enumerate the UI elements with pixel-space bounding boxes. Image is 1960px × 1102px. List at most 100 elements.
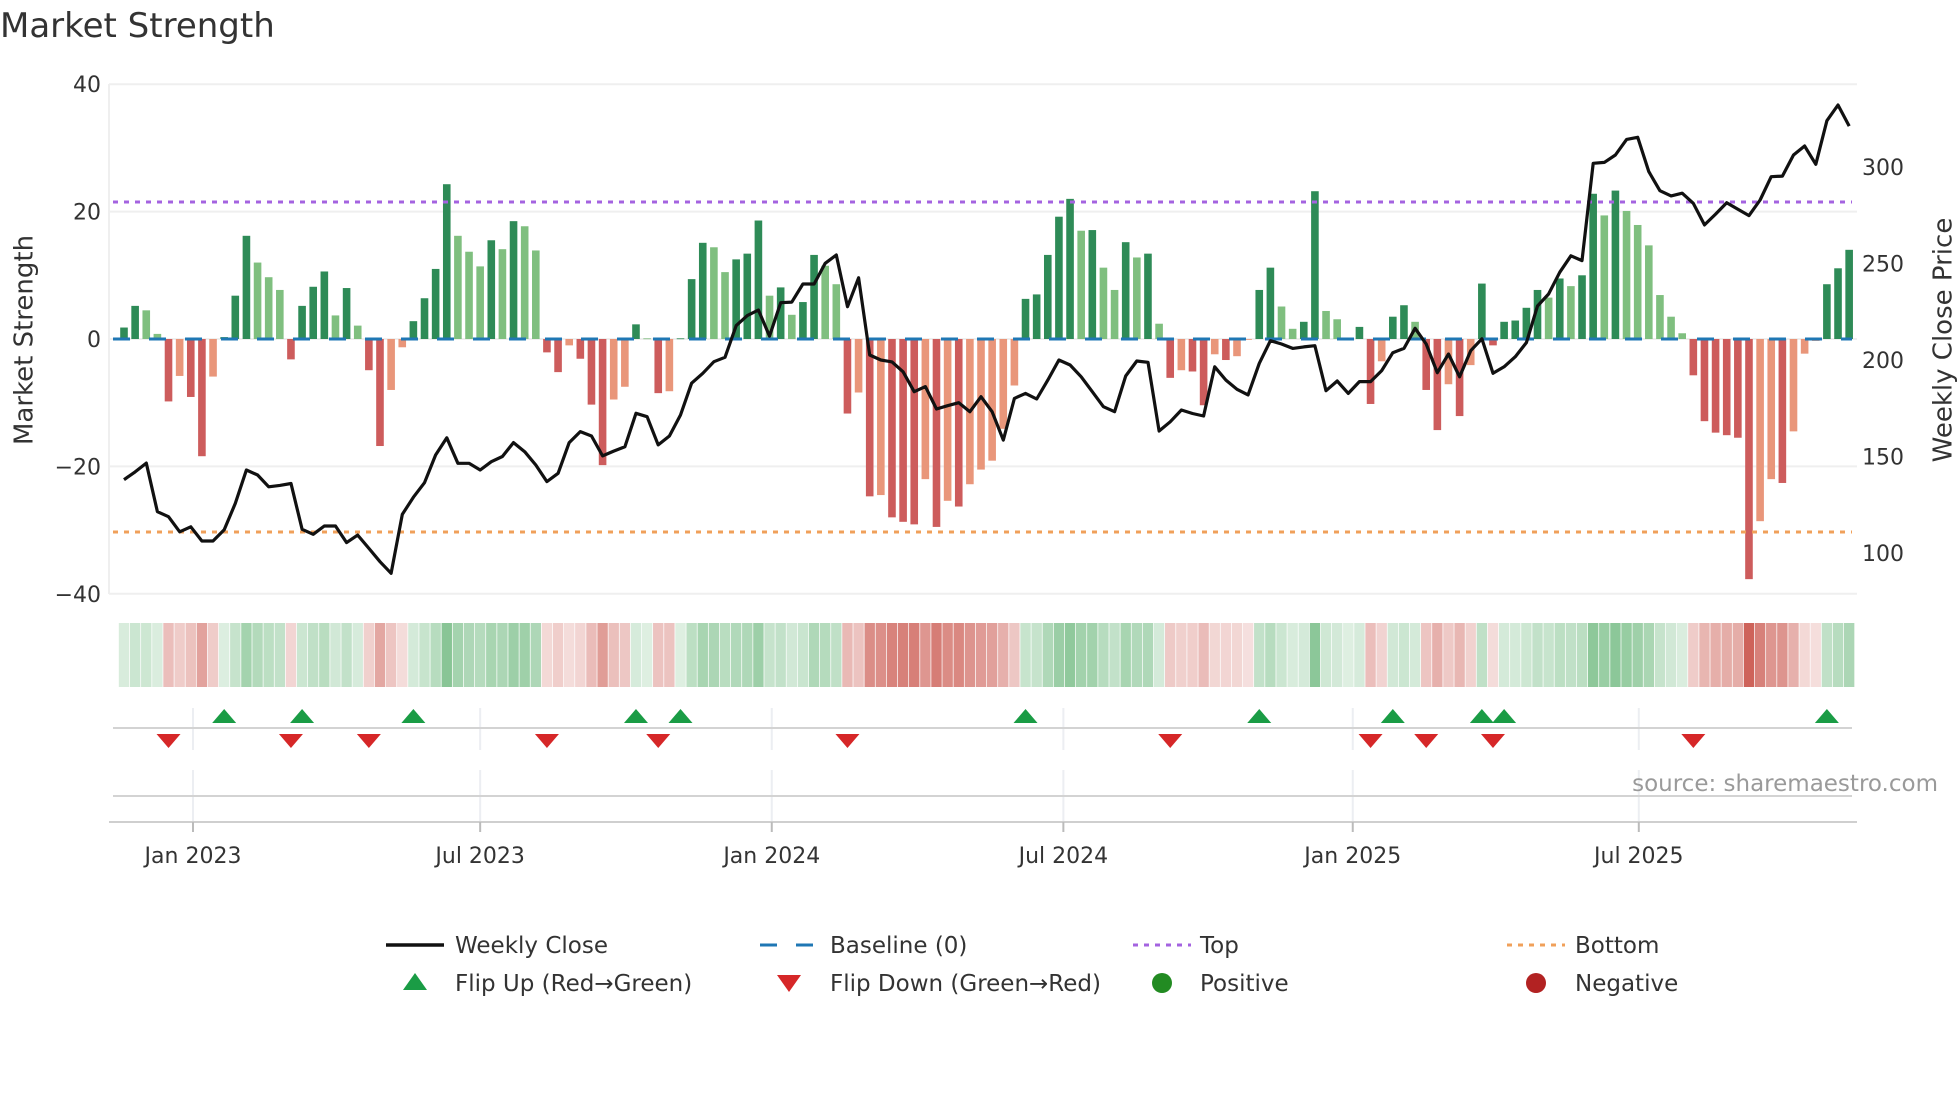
heatmap-cell [1276,623,1287,687]
legend-label: Top [1199,933,1239,959]
heatmap-cell [653,623,664,687]
strength-bar [231,295,240,339]
heatmap-cell [1109,623,1120,687]
heatmap-cell [819,623,831,687]
heatmap-cell [1665,623,1677,687]
circle-icon [1152,973,1172,993]
heatmap-cell [1176,623,1187,687]
strength-bar [921,339,930,480]
legend-item: Positive [1152,971,1289,997]
y-tick-label: 40 [73,73,101,98]
flip-up-marker [1013,709,1038,723]
heatmap-cell [352,623,363,687]
strength-bar [1656,295,1664,339]
strength-bar [932,339,941,527]
strength-bar [865,339,874,497]
heatmap-cell [1432,623,1443,687]
strength-bar [164,339,173,402]
strength-bar [743,253,752,339]
y-tick-label: −40 [55,583,101,608]
strength-bar [331,315,340,339]
heatmap-cell [1777,623,1788,687]
heatmap-cell [1075,623,1087,687]
strength-bar [420,298,429,339]
y2-tick-label: 150 [1862,446,1904,471]
circle-icon [1526,973,1546,993]
heatmap-cell [1354,623,1365,687]
strength-bar [799,302,807,339]
strength-bar [977,339,985,470]
heatmap-cell [719,623,731,687]
strength-bar [1678,333,1686,339]
heatmap-cell [1677,623,1688,687]
heatmap-cell [742,623,753,687]
heatmap-cell [1209,623,1220,687]
heatmap-cell [1020,623,1031,687]
source-credit: source: sharemaestro.com [1632,771,1938,797]
strength-bar [442,184,451,339]
heatmap-cell [118,623,130,687]
strength-bar [1823,284,1831,339]
heatmap-cell [1220,623,1232,687]
heatmap-cell [218,623,230,687]
heatmap-cell [630,623,642,687]
strength-bar [1311,191,1319,339]
strength-bar [1433,339,1442,431]
heatmap-cell [1376,623,1387,687]
strength-bar [465,251,473,339]
strength-bar [598,339,607,466]
strength-bar [1778,339,1787,483]
heatmap-cell [1242,623,1254,687]
heatmap-cell [174,623,185,687]
heatmap-cell [1632,623,1643,687]
heatmap-cell [1298,623,1309,687]
heatmap-cell [1198,623,1209,687]
strength-bar [1032,294,1041,339]
strength-bar [1055,216,1063,339]
heatmap-cell [1165,623,1176,687]
heatmap-cell [196,623,208,687]
strength-bar [676,338,685,340]
flip-up-marker [668,709,693,723]
heatmap-cell [296,623,308,687]
heatmap-cell [319,623,330,687]
heatmap-cell [1821,623,1833,687]
strength-bar [1389,316,1397,339]
flip-down-marker [835,734,860,748]
strength-bar [576,339,585,359]
heatmap-cell [775,623,786,687]
strength-bar [632,324,640,339]
strength-bar [1199,339,1208,406]
legend-label: Flip Down (Green→Red) [830,971,1101,997]
heatmap-cell [452,623,464,687]
heatmap-cell [1454,623,1465,687]
strength-bar [387,339,395,390]
strength-bar [1611,190,1620,339]
strength-bar [1834,268,1842,339]
strength-bar [209,339,217,377]
heatmap-cell [419,623,430,687]
strength-bar [320,271,329,339]
strength-bar [1567,286,1575,339]
triangle-down-icon [777,975,801,992]
heatmap-cell [1309,623,1321,687]
heatmap-cell [486,623,497,687]
heatmap-cell [1766,623,1777,687]
strength-bar [721,272,729,339]
heatmap-cell [1799,623,1810,687]
flip-up-marker [1469,709,1494,723]
heatmap-cell [1042,623,1053,687]
heatmap-cell [1387,623,1399,687]
heatmap-cell [152,623,163,687]
heatmap-cell [1788,623,1799,687]
heatmap-cell [1287,623,1298,687]
x-tick-label: Jul 2025 [1592,844,1684,869]
heatmap-cell [1331,623,1343,687]
heatmap-cell [1565,623,1577,687]
heatmap-cell [1087,623,1098,687]
heatmap-cell [786,623,797,687]
strength-bar [1177,339,1186,371]
heatmap-cell [1031,623,1042,687]
heatmap-cell [1599,623,1610,687]
heatmap-cell [1832,623,1844,687]
